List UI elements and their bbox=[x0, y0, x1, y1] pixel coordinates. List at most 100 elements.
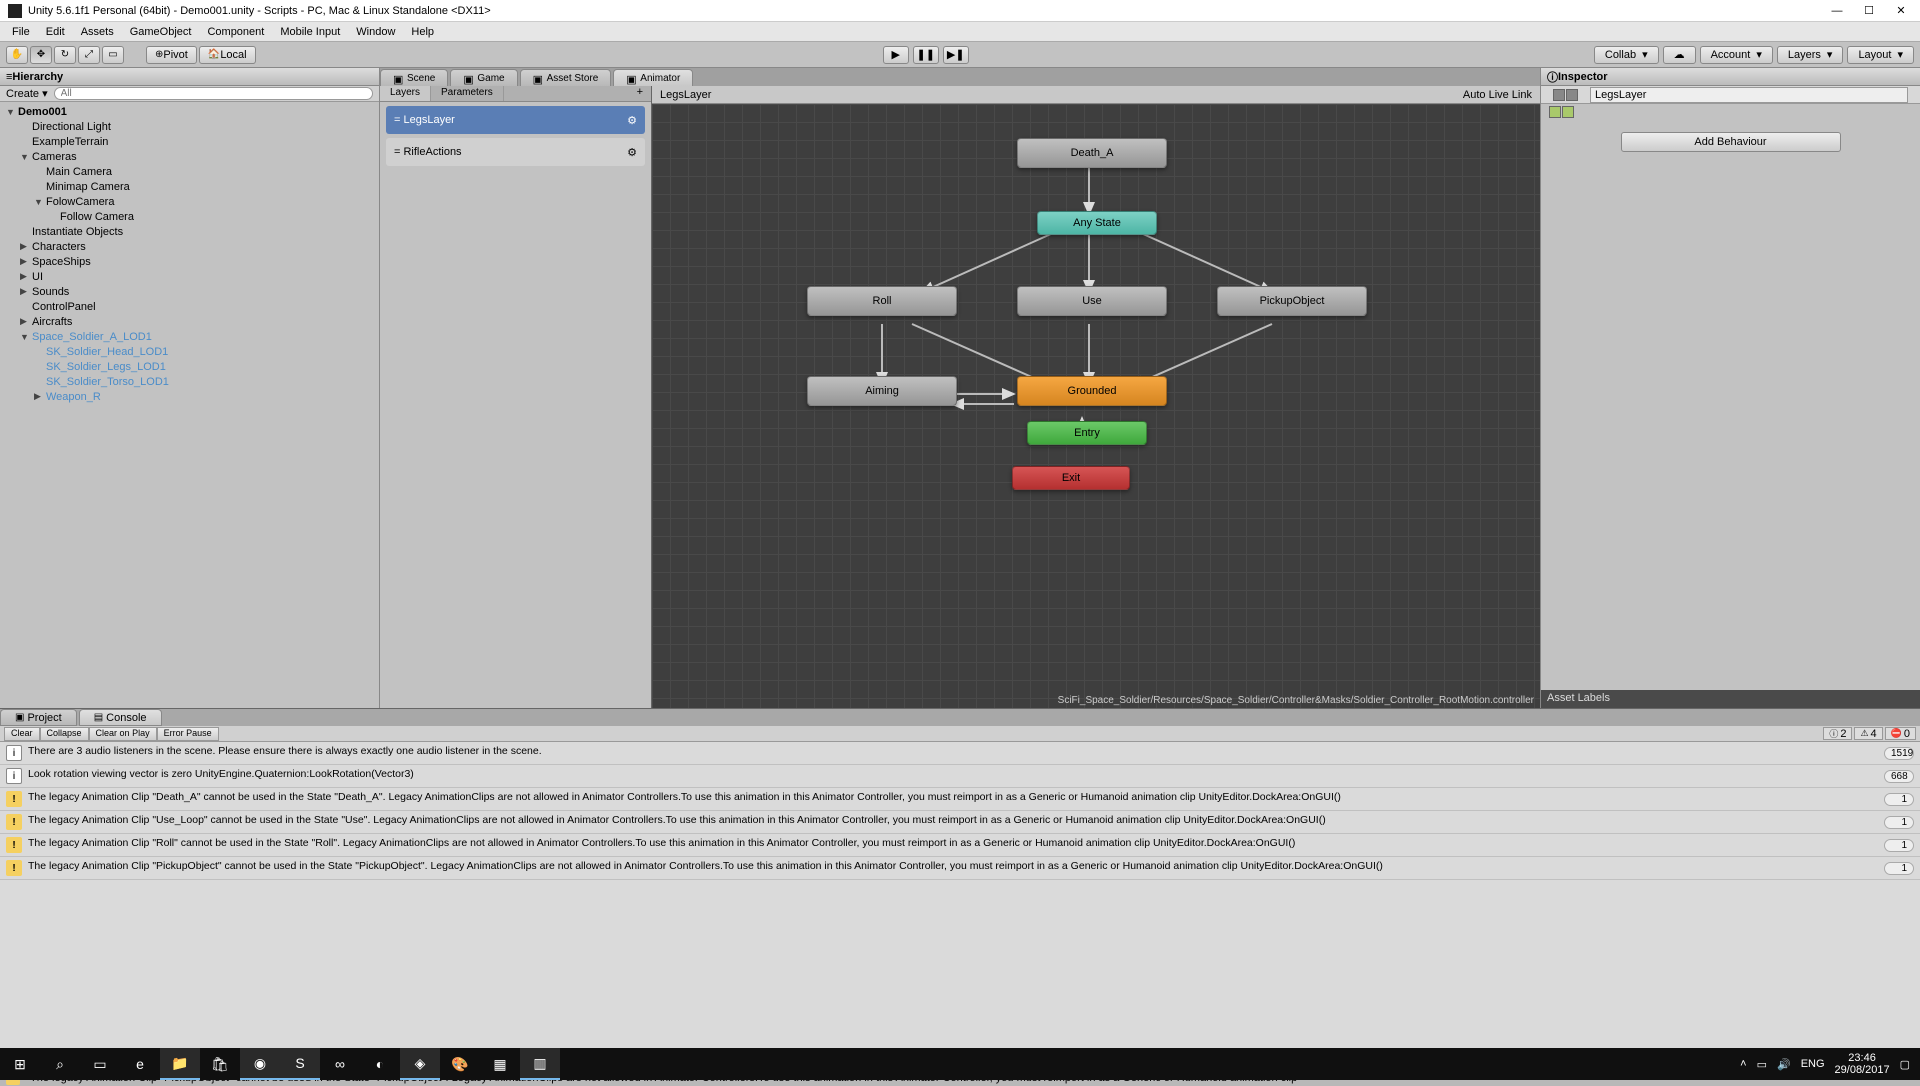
tray-notifications-icon[interactable]: ▢ bbox=[1900, 1058, 1910, 1071]
console-clear-on-play[interactable]: Clear on Play bbox=[89, 727, 157, 741]
inspector-tab[interactable]: ⓘ Inspector bbox=[1541, 68, 1920, 86]
tray-volume-icon[interactable]: 🔊 bbox=[1777, 1058, 1791, 1071]
hierarchy-tab[interactable]: ≡ Hierarchy bbox=[0, 68, 379, 86]
gear-icon[interactable]: ⚙ bbox=[627, 114, 637, 127]
menu-gameobject[interactable]: GameObject bbox=[122, 24, 200, 40]
tab-scene[interactable]: ▣Scene bbox=[380, 69, 448, 86]
console-message[interactable]: !The legacy Animation Clip "Use_Loop" ca… bbox=[0, 811, 1920, 834]
state-anystate[interactable]: Any State bbox=[1037, 211, 1157, 235]
close-button[interactable]: ✕ bbox=[1894, 4, 1908, 18]
search-icon[interactable]: ⌕ bbox=[40, 1048, 80, 1080]
add-behaviour-button[interactable]: Add Behaviour bbox=[1621, 132, 1841, 152]
console-collapse[interactable]: Collapse bbox=[40, 727, 89, 741]
tray-chevron-icon[interactable]: ˄ bbox=[1740, 1058, 1746, 1070]
hierarchy-item[interactable]: ExampleTerrain bbox=[0, 134, 379, 149]
hierarchy-item[interactable]: SK_Soldier_Torso_LOD1 bbox=[0, 374, 379, 389]
hierarchy-item[interactable]: Instantiate Objects bbox=[0, 224, 379, 239]
hierarchy-item[interactable]: Directional Light bbox=[0, 119, 379, 134]
layout-dropdown[interactable]: Layout ▾ bbox=[1847, 46, 1914, 64]
vs-icon[interactable]: ∞ bbox=[320, 1048, 360, 1080]
console-message[interactable]: iThere are 3 audio listeners in the scen… bbox=[0, 742, 1920, 765]
step-button[interactable]: ▶❚ bbox=[943, 46, 969, 64]
hand-tool[interactable]: ✋ bbox=[6, 46, 28, 64]
menu-edit[interactable]: Edit bbox=[38, 24, 73, 40]
state-grounded[interactable]: Grounded bbox=[1017, 376, 1167, 406]
unity-taskbar-icon[interactable]: ◈ bbox=[400, 1048, 440, 1080]
hierarchy-item[interactable]: ▼Space_Soldier_A_LOD1 bbox=[0, 329, 379, 344]
menu-component[interactable]: Component bbox=[199, 24, 272, 40]
hierarchy-item[interactable]: ▶UI bbox=[0, 269, 379, 284]
animator-layer[interactable]: = LegsLayer⚙ bbox=[386, 106, 645, 134]
paint-icon[interactable]: 🎨 bbox=[440, 1048, 480, 1080]
app-icon-2[interactable]: ▥ bbox=[520, 1048, 560, 1080]
state-entry[interactable]: Entry bbox=[1027, 421, 1147, 445]
hierarchy-item[interactable]: ▶Sounds bbox=[0, 284, 379, 299]
layer-name-field[interactable]: LegsLayer bbox=[1590, 87, 1908, 103]
animator-graph[interactable]: LegsLayer Auto Live Link bbox=[652, 86, 1540, 708]
console-error-pause[interactable]: Error Pause bbox=[157, 727, 219, 741]
explorer-icon[interactable]: 📁 bbox=[160, 1048, 200, 1080]
parameters-subtab[interactable]: Parameters bbox=[431, 86, 504, 101]
console-message[interactable]: !The legacy Animation Clip "PickupObject… bbox=[0, 857, 1920, 880]
chrome-icon[interactable]: ◉ bbox=[240, 1048, 280, 1080]
graph-breadcrumb[interactable]: LegsLayer bbox=[660, 89, 711, 101]
tab-game[interactable]: ▣Game bbox=[450, 69, 517, 86]
hierarchy-item[interactable]: ▶Weapon_R bbox=[0, 389, 379, 404]
collab-dropdown[interactable]: Collab ▾ bbox=[1594, 46, 1659, 64]
layers-dropdown[interactable]: Layers ▾ bbox=[1777, 46, 1844, 64]
console-tab[interactable]: ▤ Console bbox=[79, 709, 162, 726]
tray-clock[interactable]: 23:46 29/08/2017 bbox=[1835, 1052, 1890, 1076]
tray-battery-icon[interactable]: ▭ bbox=[1757, 1058, 1767, 1071]
console-message[interactable]: iLook rotation viewing vector is zero Un… bbox=[0, 765, 1920, 788]
menu-window[interactable]: Window bbox=[348, 24, 403, 40]
asset-labels-header[interactable]: Asset Labels bbox=[1541, 690, 1920, 708]
hierarchy-item[interactable]: ▼Cameras bbox=[0, 149, 379, 164]
rotate-tool[interactable]: ↻ bbox=[54, 46, 76, 64]
edge-icon[interactable]: e bbox=[120, 1048, 160, 1080]
tab-asset-store[interactable]: ▣Asset Store bbox=[520, 69, 612, 86]
account-dropdown[interactable]: Account ▾ bbox=[1700, 46, 1773, 64]
skype-icon[interactable]: S bbox=[280, 1048, 320, 1080]
state-exit[interactable]: Exit bbox=[1012, 466, 1130, 490]
hierarchy-item[interactable]: ▼FolowCamera bbox=[0, 194, 379, 209]
steam-icon[interactable]: ◐ bbox=[360, 1048, 400, 1080]
menu-file[interactable]: File bbox=[4, 24, 38, 40]
hierarchy-item[interactable]: ▶Characters bbox=[0, 239, 379, 254]
start-button[interactable]: ⊞ bbox=[0, 1048, 40, 1080]
hierarchy-search[interactable] bbox=[54, 87, 373, 100]
create-dropdown[interactable]: Create ▾ bbox=[6, 87, 48, 100]
hierarchy-item[interactable]: ▶Aircrafts bbox=[0, 314, 379, 329]
hierarchy-item[interactable]: ▼Demo001 bbox=[0, 104, 379, 119]
hierarchy-item[interactable]: ▶SpaceShips bbox=[0, 254, 379, 269]
task-view-icon[interactable]: ▭ bbox=[80, 1048, 120, 1080]
play-button[interactable]: ▶ bbox=[883, 46, 909, 64]
cloud-button[interactable]: ☁ bbox=[1663, 46, 1696, 64]
add-layer-button[interactable]: + bbox=[629, 86, 651, 101]
console-message[interactable]: !The legacy Animation Clip "Roll" cannot… bbox=[0, 834, 1920, 857]
auto-live-link[interactable]: Auto Live Link bbox=[1463, 89, 1532, 101]
state-aiming[interactable]: Aiming bbox=[807, 376, 957, 406]
hierarchy-tree[interactable]: ▼Demo001Directional LightExampleTerrain▼… bbox=[0, 102, 379, 708]
store-icon[interactable]: 🛍 bbox=[200, 1048, 240, 1080]
minimize-button[interactable]: — bbox=[1830, 4, 1844, 18]
hierarchy-item[interactable]: ControlPanel bbox=[0, 299, 379, 314]
console-clear[interactable]: Clear bbox=[4, 727, 40, 741]
local-toggle[interactable]: 🏠 Local bbox=[199, 46, 256, 64]
state-roll[interactable]: Roll bbox=[807, 286, 957, 316]
scale-tool[interactable]: ⤢ bbox=[78, 46, 100, 64]
hierarchy-item[interactable]: Minimap Camera bbox=[0, 179, 379, 194]
layers-subtab[interactable]: Layers bbox=[380, 86, 431, 101]
state-use[interactable]: Use bbox=[1017, 286, 1167, 316]
state-pickup[interactable]: PickupObject bbox=[1217, 286, 1367, 316]
info-count[interactable]: ⓘ 2 bbox=[1823, 727, 1852, 740]
gear-icon[interactable]: ⚙ bbox=[627, 146, 637, 159]
tab-animator[interactable]: ▣Animator bbox=[613, 69, 693, 86]
menu-assets[interactable]: Assets bbox=[73, 24, 122, 40]
animator-layer[interactable]: = RifleActions⚙ bbox=[386, 138, 645, 166]
menu-help[interactable]: Help bbox=[403, 24, 442, 40]
move-tool[interactable]: ✥ bbox=[30, 46, 52, 64]
project-tab[interactable]: ▣ Project bbox=[0, 709, 77, 726]
app-icon[interactable]: ▦ bbox=[480, 1048, 520, 1080]
hierarchy-item[interactable]: Follow Camera bbox=[0, 209, 379, 224]
console-message[interactable]: !The legacy Animation Clip "Death_A" can… bbox=[0, 788, 1920, 811]
